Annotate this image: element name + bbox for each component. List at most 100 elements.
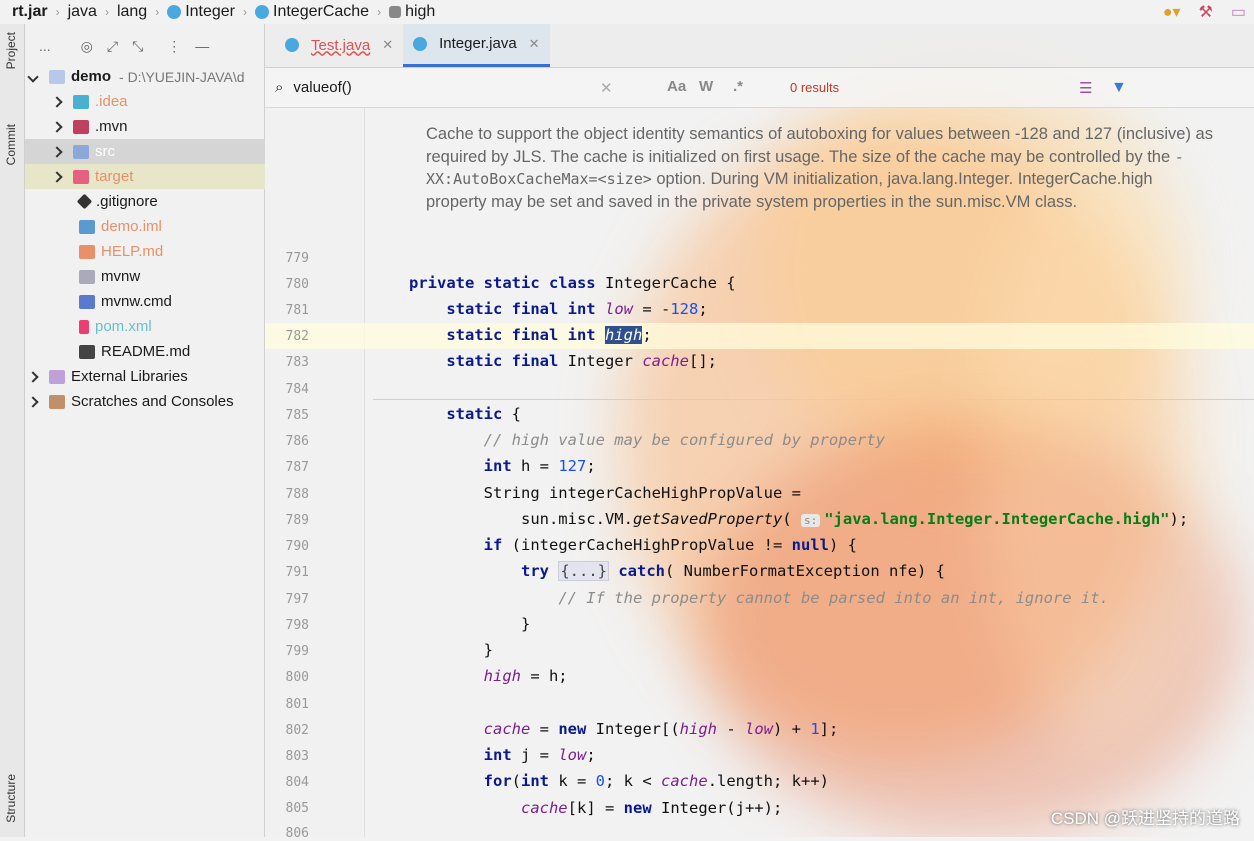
chevron-right-icon[interactable] bbox=[51, 171, 62, 182]
search-icon: ⌕ bbox=[275, 79, 283, 96]
search-input[interactable]: valueof() bbox=[293, 79, 351, 96]
tree-item[interactable]: src bbox=[25, 139, 265, 164]
line-number: 784 bbox=[265, 382, 309, 397]
filter-icon[interactable]: ▼ bbox=[1111, 79, 1127, 97]
tree-item[interactable]: target bbox=[25, 164, 265, 189]
parameter-hint: s: bbox=[801, 514, 820, 527]
module-icon bbox=[49, 70, 65, 84]
project-view-selector[interactable]: ... bbox=[39, 38, 51, 54]
project-toolbar: ... ◎ ⤢ ⤡ ⋮ — bbox=[25, 24, 264, 68]
editor: Test.java ✕ Integer.java ✕ ⌕ valueof() ✕… bbox=[265, 24, 1254, 837]
line-number: 790 bbox=[265, 539, 309, 554]
watermark: CSDN @跃进坚持的道路 bbox=[1051, 804, 1240, 829]
regex-toggle[interactable]: .* bbox=[733, 78, 743, 95]
chevron-right-icon[interactable] bbox=[51, 146, 62, 157]
java-class-icon bbox=[285, 38, 299, 52]
line-number: 783 bbox=[265, 355, 309, 370]
javadoc-rendered: Cache to support the object identity sem… bbox=[426, 123, 1216, 213]
line-number: 787 bbox=[265, 460, 309, 475]
tree-item[interactable]: mvnw bbox=[25, 264, 265, 289]
cmd-icon bbox=[79, 295, 95, 309]
tool-window-strip: Project Commit Structure bbox=[0, 24, 25, 837]
user-icon[interactable]: ●▾ bbox=[1163, 2, 1181, 22]
collapse-all-icon[interactable]: ⤡ bbox=[132, 38, 143, 55]
scratches-icon bbox=[49, 395, 65, 409]
line-number: 804 bbox=[265, 775, 309, 790]
tree-item[interactable]: .mvn bbox=[25, 114, 265, 139]
window-icon[interactable]: ▭ bbox=[1231, 2, 1246, 22]
tab-test-java[interactable]: Test.java ✕ bbox=[275, 23, 403, 67]
line-number: 797 bbox=[265, 592, 309, 607]
folder-icon bbox=[73, 95, 89, 109]
tab-integer-java[interactable]: Integer.java ✕ bbox=[403, 23, 549, 67]
breadcrumb-item[interactable]: rt.jar bbox=[12, 3, 48, 21]
tree-item[interactable]: mvnw.cmd bbox=[25, 289, 265, 314]
tree-item[interactable]: Scratches and Consoles bbox=[25, 389, 265, 414]
build-hammer-icon[interactable]: ⚒ bbox=[1199, 2, 1213, 22]
line-number: 805 bbox=[265, 801, 309, 816]
tree-item[interactable]: pom.xml bbox=[25, 314, 265, 339]
editor-tabs: Test.java ✕ Integer.java ✕ bbox=[265, 24, 1254, 68]
expand-all-icon[interactable]: ⤢ bbox=[107, 38, 118, 55]
tree-root[interactable]: demo - D:\YUEJIN-JAVA\d bbox=[25, 64, 265, 89]
options-icon[interactable]: ⋮ bbox=[167, 38, 181, 55]
match-case-toggle[interactable]: Aa bbox=[667, 78, 686, 95]
sort-icon[interactable]: ☰ bbox=[1079, 79, 1092, 97]
field-icon bbox=[389, 6, 401, 18]
chevron-right-icon[interactable] bbox=[27, 371, 38, 382]
markdown-icon bbox=[79, 245, 95, 259]
excluded-folder-icon bbox=[73, 170, 89, 184]
line-number: 803 bbox=[265, 749, 309, 764]
line-number: 806 bbox=[265, 826, 309, 841]
folder-icon bbox=[73, 120, 89, 134]
commit-tool-tab[interactable]: Commit bbox=[4, 124, 18, 165]
line-number: 789 bbox=[265, 513, 309, 528]
hide-icon[interactable]: — bbox=[195, 38, 209, 54]
chevron-right-icon[interactable] bbox=[51, 121, 62, 132]
tree-item[interactable]: .gitignore bbox=[25, 189, 265, 214]
line-number: 779 bbox=[265, 251, 309, 266]
tree-item[interactable]: README.md bbox=[25, 339, 265, 364]
breadcrumb-item[interactable]: java bbox=[68, 3, 97, 21]
close-icon[interactable]: ✕ bbox=[382, 37, 393, 53]
line-number: 780 bbox=[265, 277, 309, 292]
chevron-down-icon[interactable] bbox=[27, 71, 38, 82]
class-icon bbox=[167, 5, 181, 19]
line-number: 800 bbox=[265, 670, 309, 685]
line-number: 781 bbox=[265, 303, 309, 318]
method-separator bbox=[373, 399, 1254, 400]
markdown-icon bbox=[79, 345, 95, 359]
source-folder-icon bbox=[73, 145, 89, 159]
line-number: 788 bbox=[265, 487, 309, 502]
tree-item[interactable]: External Libraries bbox=[25, 364, 265, 389]
breadcrumb-item[interactable]: IntegerCache bbox=[255, 3, 369, 21]
structure-tool-tab[interactable]: Structure bbox=[4, 774, 18, 823]
find-bar: ⌕ valueof() ✕ Aa W .* 0 results ▼ ☰ bbox=[265, 68, 1254, 108]
line-number: 786 bbox=[265, 434, 309, 449]
locate-icon[interactable]: ◎ bbox=[81, 38, 93, 55]
java-class-icon bbox=[413, 37, 427, 51]
file-icon bbox=[79, 270, 95, 284]
line-number: 798 bbox=[265, 618, 309, 633]
iml-icon bbox=[79, 220, 95, 234]
project-panel: ... ◎ ⤢ ⤡ ⋮ — demo - D:\YUEJIN-JAVA\d .i… bbox=[25, 24, 265, 837]
chevron-right-icon[interactable] bbox=[27, 396, 38, 407]
chevron-right-icon[interactable] bbox=[51, 96, 62, 107]
library-icon bbox=[49, 370, 65, 384]
tree-item[interactable]: HELP.md bbox=[25, 239, 265, 264]
breadcrumb-item[interactable]: high bbox=[389, 3, 435, 21]
tree-item[interactable]: .idea bbox=[25, 89, 265, 114]
breadcrumb: rt.jar › java › lang › Integer › Integer… bbox=[0, 0, 1254, 24]
project-tool-tab[interactable]: Project bbox=[4, 32, 18, 69]
words-toggle[interactable]: W bbox=[699, 78, 713, 95]
line-number: 785 bbox=[265, 408, 309, 423]
line-number: 799 bbox=[265, 644, 309, 659]
tree-item[interactable]: demo.iml bbox=[25, 214, 265, 239]
close-icon[interactable]: ✕ bbox=[529, 36, 540, 52]
git-icon bbox=[77, 194, 93, 210]
breadcrumb-item[interactable]: Integer bbox=[167, 3, 235, 21]
breadcrumb-item[interactable]: lang bbox=[117, 3, 147, 21]
clear-icon[interactable]: ✕ bbox=[600, 79, 613, 97]
line-number: 782 bbox=[265, 329, 309, 344]
maven-icon bbox=[79, 320, 89, 334]
